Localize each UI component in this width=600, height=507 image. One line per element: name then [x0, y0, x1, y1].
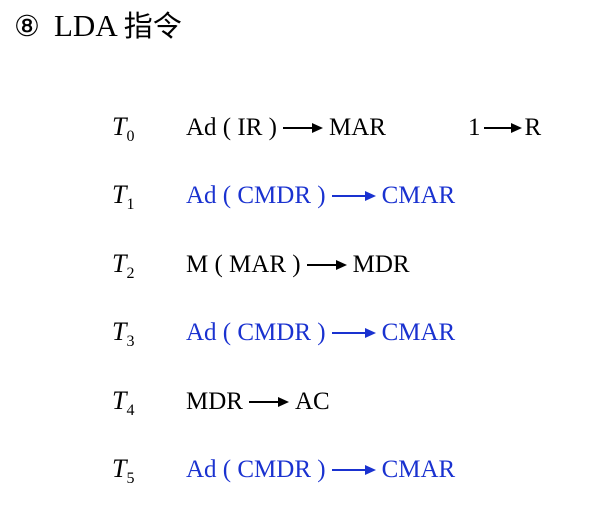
circled-number: ⑧	[14, 9, 40, 43]
operation-source: MDR	[186, 388, 243, 415]
operation-source: Ad ( CMDR )	[186, 319, 326, 346]
extra-operation: 1 R	[468, 114, 541, 142]
timing-label: T5	[112, 454, 135, 487]
operation-destination: CMAR	[381, 182, 456, 209]
extra-destination: R	[524, 114, 542, 141]
micro-operation: Ad ( CMDR ) CMAR	[186, 319, 455, 347]
right-arrow-icon	[306, 259, 347, 271]
operation-destination: MDR	[352, 251, 410, 278]
operation-destination: CMAR	[381, 456, 456, 483]
title-text: LDA	[54, 8, 116, 43]
step-row: T2 M ( MAR ) MDR	[0, 247, 600, 287]
operation-destination: AC	[294, 388, 330, 415]
micro-operation: Ad ( CMDR ) CMAR	[186, 456, 455, 484]
timing-label: T0	[112, 112, 135, 145]
step-row: T0 Ad ( IR ) MAR 1 R	[0, 110, 600, 150]
right-arrow-icon	[483, 122, 522, 134]
operation-destination: MAR	[328, 114, 386, 141]
right-arrow-icon	[331, 327, 376, 339]
right-arrow-icon	[331, 190, 376, 202]
micro-operation: MDR AC	[186, 388, 330, 416]
operation-source: Ad ( IR )	[186, 114, 277, 141]
slide-title: ⑧ LDA 指令	[14, 6, 182, 46]
step-row: T1 Ad ( CMDR ) CMAR	[0, 178, 600, 218]
timing-label: T2	[112, 249, 135, 282]
step-row: T5 Ad ( CMDR ) CMAR	[0, 452, 600, 492]
micro-operation: Ad ( CMDR ) CMAR	[186, 182, 455, 210]
extra-source: 1	[468, 114, 481, 141]
step-row: T4 MDR AC	[0, 384, 600, 424]
right-arrow-icon	[248, 396, 289, 408]
timing-label: T1	[112, 180, 135, 213]
operation-destination: CMAR	[381, 319, 456, 346]
right-arrow-icon	[331, 464, 376, 476]
right-arrow-icon	[282, 122, 323, 134]
timing-label: T3	[112, 317, 135, 350]
micro-operation: M ( MAR ) MDR	[186, 251, 410, 279]
step-row: T3 Ad ( CMDR ) CMAR	[0, 315, 600, 355]
operation-source: M ( MAR )	[186, 251, 301, 278]
operation-source: Ad ( CMDR )	[186, 182, 326, 209]
operation-source: Ad ( CMDR )	[186, 456, 326, 483]
title-cjk: 指令	[123, 9, 182, 43]
micro-operation: Ad ( IR ) MAR	[186, 114, 386, 142]
timing-label: T4	[112, 386, 135, 419]
